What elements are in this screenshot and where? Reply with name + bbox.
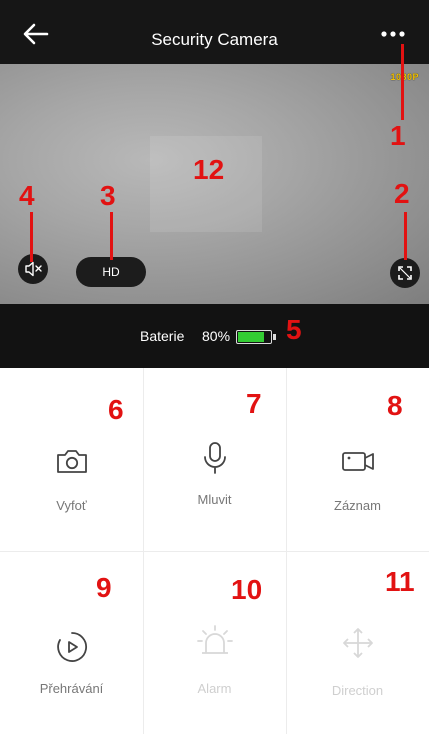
action-grid: Vyfoť Mluvit Záznam Přehrávání Alarm Dir… <box>0 368 429 734</box>
annotation-7: 7 <box>246 388 262 419</box>
record-button[interactable]: Záznam <box>286 368 429 551</box>
annotation-line-2 <box>404 212 407 260</box>
page-title: Security Camera <box>151 30 278 49</box>
camera-icon <box>56 450 87 473</box>
annotation-11: 11 <box>385 566 415 597</box>
annotation-line-3 <box>110 212 113 260</box>
annotation-4: 4 <box>19 180 35 211</box>
photo-label: Vyfoť <box>56 498 87 513</box>
resolution-badge: 1080P <box>390 72 419 82</box>
battery-terminal <box>273 334 276 340</box>
talk-label: Mluvit <box>197 492 232 507</box>
annotation-5: 5 <box>286 314 302 345</box>
record-label: Záznam <box>334 498 381 513</box>
mute-button[interactable] <box>18 254 48 284</box>
annotation-9: 9 <box>96 572 112 603</box>
playback-button[interactable]: Přehrávání <box>0 551 143 734</box>
annotation-line-1 <box>401 44 404 120</box>
annotation-10: 10 <box>231 574 263 605</box>
annotation-2: 2 <box>394 178 410 209</box>
battery-fill <box>238 332 264 342</box>
top-bar: Security Camera <box>0 0 429 64</box>
more-dots-icon <box>381 31 405 37</box>
alarm-label: Alarm <box>197 681 232 696</box>
battery-label: Baterie <box>140 328 185 344</box>
speaker-mute-icon <box>25 261 42 277</box>
annotation-1: 1 <box>390 120 406 151</box>
fullscreen-icon <box>398 266 412 280</box>
quality-toggle-button[interactable]: HD <box>76 257 146 287</box>
annotation-6: 6 <box>108 394 124 425</box>
playback-label: Přehrávání <box>39 681 104 696</box>
direction-label: Direction <box>331 683 384 698</box>
alarm-icon <box>196 625 233 654</box>
annotation-line-4 <box>30 212 33 262</box>
microphone-icon <box>203 442 226 474</box>
battery-value: 80% <box>202 328 231 344</box>
battery-status-bar: Baterie 80% <box>0 304 429 368</box>
battery-icon <box>236 330 276 344</box>
annotation-12: 12 <box>193 154 225 185</box>
playback-icon <box>56 632 87 662</box>
fullscreen-button[interactable] <box>390 258 420 288</box>
annotation-8: 8 <box>387 390 403 421</box>
video-record-icon <box>341 452 374 471</box>
alarm-button[interactable]: Alarm <box>143 551 286 734</box>
talk-button[interactable]: Mluvit <box>143 368 286 551</box>
annotation-3: 3 <box>100 180 116 211</box>
more-options-button[interactable] <box>379 24 407 44</box>
direction-icon <box>342 628 373 658</box>
